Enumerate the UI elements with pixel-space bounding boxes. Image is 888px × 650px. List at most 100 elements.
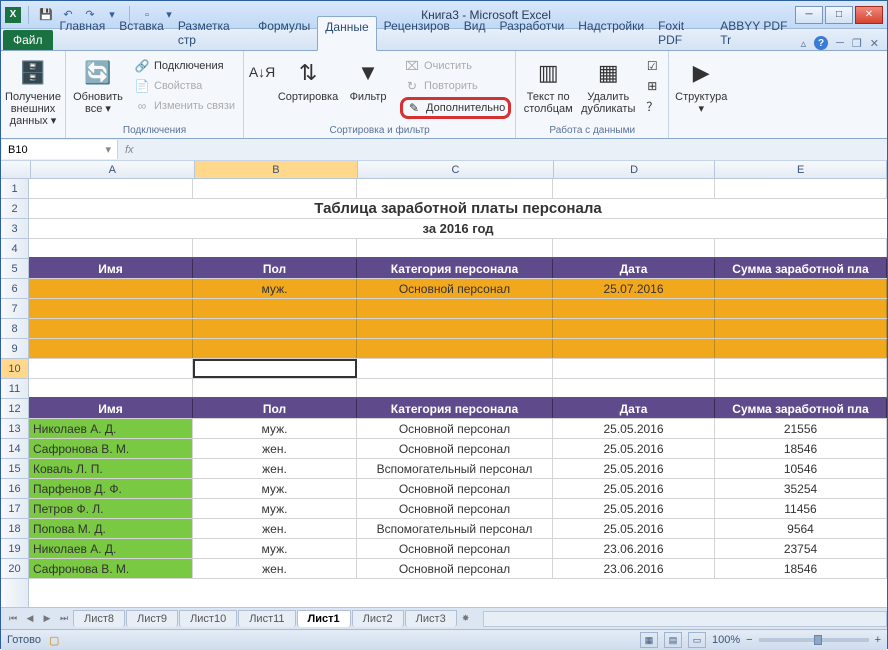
reapply-button[interactable]: ↻Повторить — [400, 77, 511, 95]
cell[interactable] — [553, 339, 715, 358]
cell[interactable]: 25.05.2016 — [553, 479, 715, 498]
cell[interactable] — [29, 239, 193, 257]
sheet-nav-first[interactable]: ⏮ — [5, 611, 21, 627]
ribbon-tab-рецензиров[interactable]: Рецензиров — [377, 16, 457, 50]
sheet-nav-next[interactable]: ▶ — [39, 611, 55, 627]
cell[interactable]: Основной персонал — [357, 279, 553, 298]
cell[interactable]: Пол — [193, 259, 357, 278]
cell[interactable]: 25.07.2016 — [553, 279, 715, 298]
cell[interactable] — [193, 239, 357, 257]
col-header[interactable]: C — [358, 161, 554, 178]
doc-minimize-icon[interactable]: ─ — [836, 37, 844, 49]
new-sheet-button[interactable]: ✸ — [458, 611, 474, 627]
cell[interactable] — [553, 359, 715, 378]
cell[interactable] — [357, 179, 553, 198]
cell[interactable]: Петров Ф. Л. — [29, 499, 193, 518]
cell[interactable] — [357, 319, 553, 338]
row-header[interactable]: 10 — [1, 359, 28, 379]
file-tab[interactable]: Файл — [3, 30, 53, 50]
cell[interactable] — [715, 279, 887, 298]
cell[interactable]: муж. — [193, 279, 357, 298]
cell[interactable]: Основной персонал — [357, 479, 553, 498]
zoom-out-button[interactable]: − — [746, 634, 752, 646]
sheet-tab[interactable]: Лист3 — [405, 610, 457, 627]
doc-restore-icon[interactable]: ❐ — [852, 37, 862, 50]
ribbon-tab-формулы[interactable]: Формулы — [251, 16, 317, 50]
help-icon[interactable]: ? — [814, 36, 828, 50]
cell[interactable] — [357, 239, 553, 257]
cell[interactable]: Дата — [553, 399, 715, 418]
cell[interactable]: Сафронова В. М. — [29, 559, 193, 578]
cell[interactable]: Основной персонал — [357, 559, 553, 578]
select-all-corner[interactable] — [1, 161, 31, 178]
sheet-nav-prev[interactable]: ◀ — [22, 611, 38, 627]
outline-button[interactable]: ▶Структура ▾ — [673, 53, 729, 115]
cell[interactable] — [357, 359, 553, 378]
cell[interactable]: Николаев А. Д. — [29, 539, 193, 558]
cell[interactable] — [715, 339, 887, 358]
col-header[interactable]: B — [195, 161, 359, 178]
cell[interactable]: Имя — [29, 399, 193, 418]
row-header[interactable]: 2 — [1, 199, 28, 219]
row-header[interactable]: 16 — [1, 479, 28, 499]
cell[interactable]: 25.05.2016 — [553, 499, 715, 518]
ribbon-collapse-icon[interactable]: ▵ — [801, 37, 807, 50]
edit-links-button[interactable]: ∞Изменить связи — [130, 97, 239, 115]
cell[interactable] — [715, 179, 887, 198]
ribbon-tab-главная[interactable]: Главная — [53, 16, 113, 50]
ribbon-tab-abbyy pdf tr[interactable]: ABBYY PDF Tr — [713, 16, 800, 50]
cell[interactable]: муж. — [193, 419, 357, 438]
cell[interactable]: 18546 — [715, 559, 887, 578]
refresh-all-button[interactable]: 🔄 Обновить все ▾ — [70, 53, 126, 115]
cell[interactable] — [715, 239, 887, 257]
view-normal-button[interactable]: ▦ — [640, 632, 658, 648]
sheet-tab[interactable]: Лист8 — [73, 610, 125, 627]
cell[interactable]: Коваль Л. П. — [29, 459, 193, 478]
doc-close-icon[interactable]: ✕ — [870, 37, 879, 50]
cell[interactable] — [357, 339, 553, 358]
cell[interactable] — [29, 319, 193, 338]
cell[interactable]: Основной персонал — [357, 539, 553, 558]
row-header[interactable]: 18 — [1, 519, 28, 539]
cell[interactable] — [29, 299, 193, 318]
ribbon-tab-вставка[interactable]: Вставка — [112, 16, 171, 50]
close-button[interactable]: ✕ — [855, 6, 883, 24]
cell[interactable] — [29, 359, 193, 378]
macro-record-icon[interactable]: ▢ — [49, 634, 59, 647]
cell[interactable]: 18546 — [715, 439, 887, 458]
cell[interactable]: жен. — [193, 439, 357, 458]
ribbon-tab-foxit pdf[interactable]: Foxit PDF — [651, 16, 713, 50]
row-header[interactable]: 15 — [1, 459, 28, 479]
text-to-columns-button[interactable]: ▥Текст по столбцам — [520, 53, 576, 115]
row-header[interactable]: 9 — [1, 339, 28, 359]
maximize-button[interactable]: □ — [825, 6, 853, 24]
row-header[interactable]: 4 — [1, 239, 28, 259]
cell[interactable]: жен. — [193, 459, 357, 478]
sheet-nav-last[interactable]: ⏭ — [56, 611, 72, 627]
row-header[interactable]: 5 — [1, 259, 28, 279]
cell[interactable] — [193, 299, 357, 318]
cell[interactable]: 21556 — [715, 419, 887, 438]
row-header[interactable]: 1 — [1, 179, 28, 199]
view-pagebreak-button[interactable]: ▭ — [688, 632, 706, 648]
cell[interactable] — [553, 379, 715, 397]
whatif-button[interactable]: ？ — [640, 97, 664, 115]
cell[interactable]: Пол — [193, 399, 357, 418]
cell[interactable]: Основной персонал — [357, 419, 553, 438]
name-box-input[interactable] — [8, 144, 78, 156]
sheet-tab[interactable]: Лист11 — [238, 610, 295, 627]
zoom-slider[interactable] — [759, 638, 869, 642]
cell[interactable] — [29, 339, 193, 358]
cell[interactable]: 9564 — [715, 519, 887, 538]
view-layout-button[interactable]: ▤ — [664, 632, 682, 648]
cell[interactable] — [357, 379, 553, 397]
properties-button[interactable]: 📄Свойства — [130, 77, 239, 95]
cell[interactable]: Дата — [553, 259, 715, 278]
row-header[interactable]: 19 — [1, 539, 28, 559]
cell[interactable]: 25.05.2016 — [553, 519, 715, 538]
ribbon-tab-данные[interactable]: Данные — [317, 16, 376, 51]
cell[interactable]: Сумма заработной пла — [715, 259, 887, 278]
advanced-filter-button[interactable]: ✎Дополнительно — [400, 97, 511, 119]
ribbon-tab-разметка стр[interactable]: Разметка стр — [171, 16, 251, 50]
row-header[interactable]: 11 — [1, 379, 28, 399]
